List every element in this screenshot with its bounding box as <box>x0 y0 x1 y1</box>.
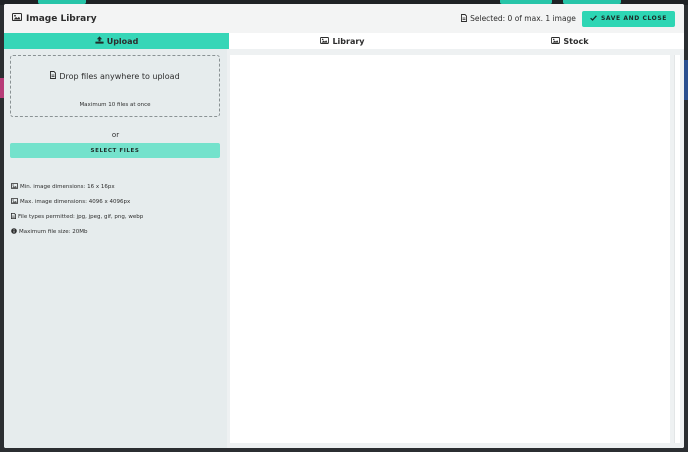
file-icon <box>50 71 57 81</box>
tab-bar: Upload Library Stock <box>4 33 684 49</box>
image-icon <box>11 182 18 191</box>
selection-status: Selected: 0 of max. 1 image <box>461 13 576 24</box>
or-separator: or <box>111 131 120 139</box>
upload-icon <box>95 36 104 46</box>
tab-library-label: Library <box>332 36 365 46</box>
tab-library[interactable]: Library <box>229 33 456 49</box>
requirement-text: Maximum file size: 20Mb <box>19 228 88 235</box>
modal-title-text: Image Library <box>26 13 97 24</box>
preview-area <box>227 49 684 448</box>
upload-panel: Drop files anywhere to upload Maximum 10… <box>4 49 227 448</box>
tab-stock[interactable]: Stock <box>456 33 684 49</box>
drop-zone-title-text: Drop files anywhere to upload <box>59 71 180 81</box>
file-icon <box>11 212 16 221</box>
modal-title: Image Library <box>12 13 97 24</box>
preview-scrollbar[interactable] <box>674 55 680 443</box>
image-icon <box>12 13 22 24</box>
tab-upload[interactable]: Upload <box>4 33 229 49</box>
drop-zone[interactable]: Drop files anywhere to upload Maximum 10… <box>10 55 220 117</box>
modal-header: Image Library Selected: 0 of max. 1 imag… <box>4 4 684 33</box>
image-icon <box>320 36 330 46</box>
requirement-min-dimensions: Min. image dimensions: 16 x 16px <box>11 179 221 194</box>
requirement-text: Min. image dimensions: 16 x 16px <box>20 183 115 190</box>
image-library-modal: Image Library Selected: 0 of max. 1 imag… <box>4 4 684 448</box>
check-icon <box>590 14 597 23</box>
drop-zone-title: Drop files anywhere to upload <box>11 71 219 81</box>
upload-requirements: Min. image dimensions: 16 x 16px Max. im… <box>11 179 221 239</box>
select-files-button[interactable]: SELECT FILES <box>10 143 220 158</box>
selection-status-text: Selected: 0 of max. 1 image <box>470 14 576 23</box>
drop-zone-limit: Maximum 10 files at once <box>79 102 151 108</box>
image-icon <box>11 197 18 206</box>
file-icon <box>461 13 468 24</box>
image-icon <box>551 36 561 46</box>
header-actions: Selected: 0 of max. 1 image SAVE AND CLO… <box>461 10 675 27</box>
tab-stock-label: Stock <box>563 36 589 46</box>
requirement-max-size: Maximum file size: 20Mb <box>11 224 221 239</box>
requirement-text: File types permitted: jpg, jpeg, gif, pn… <box>18 213 144 220</box>
requirement-file-types: File types permitted: jpg, jpeg, gif, pn… <box>11 209 221 224</box>
requirement-max-dimensions: Max. image dimensions: 4096 x 4096px <box>11 194 221 209</box>
save-and-close-button[interactable]: SAVE AND CLOSE <box>581 10 675 27</box>
requirement-text: Max. image dimensions: 4096 x 4096px <box>20 198 131 205</box>
save-and-close-label: SAVE AND CLOSE <box>600 15 667 22</box>
tab-upload-label: Upload <box>106 36 139 46</box>
info-icon <box>11 227 17 236</box>
preview-panel <box>230 55 670 443</box>
